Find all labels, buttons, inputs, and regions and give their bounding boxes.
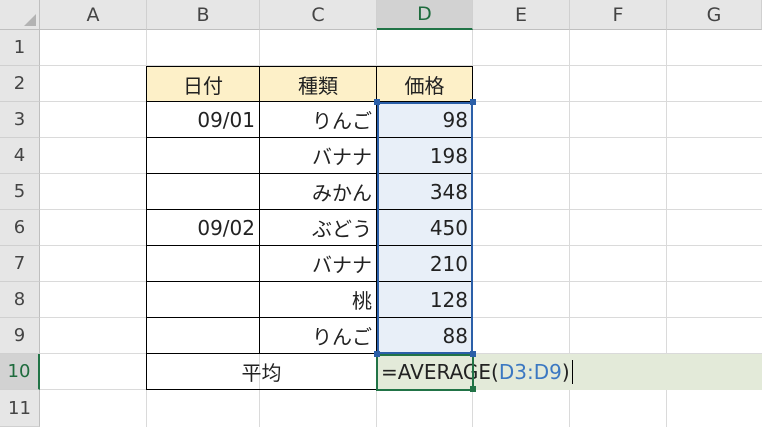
select-all-corner[interactable] — [0, 0, 40, 30]
row-header-7[interactable]: 7 — [0, 246, 40, 282]
cell-c8-type[interactable]: 桃 — [260, 282, 377, 318]
column-header-f[interactable]: F — [570, 0, 667, 30]
row-header-4[interactable]: 4 — [0, 138, 40, 174]
formula-closing-paren: ) — [561, 360, 570, 384]
cell-c9-type[interactable]: りんご — [260, 318, 377, 354]
range-handle-top-left[interactable] — [374, 99, 380, 105]
cell-c3-type[interactable]: りんご — [260, 102, 377, 138]
range-handle-bottom-right[interactable] — [470, 351, 476, 357]
cell-c7-type[interactable]: バナナ — [260, 246, 377, 282]
row-header-1[interactable]: 1 — [0, 30, 40, 66]
column-header-c[interactable]: C — [260, 0, 377, 30]
cell-b6-date[interactable]: 09/02 — [146, 210, 260, 246]
row-header-11[interactable]: 11 — [0, 390, 40, 427]
cell-c2-header-type[interactable]: 種類 — [260, 66, 377, 102]
cell-c5-type[interactable]: みかん — [260, 174, 377, 210]
range-handle-bottom-left[interactable] — [374, 351, 380, 357]
cell-d9-price[interactable]: 88 — [377, 318, 473, 354]
formula-function-text: =AVERAGE( — [381, 360, 499, 384]
column-header-a[interactable]: A — [40, 0, 147, 30]
cell-b8-date[interactable] — [146, 282, 260, 318]
column-header-d[interactable]: D — [377, 0, 473, 30]
cell-d4-price[interactable]: 198 — [377, 138, 473, 174]
cell-d10-formula-input[interactable]: =AVERAGE(D3:D9) — [381, 354, 573, 390]
cell-c6-type[interactable]: ぶどう — [260, 210, 377, 246]
cell-b9-date[interactable] — [146, 318, 260, 354]
row-header-3[interactable]: 3 — [0, 102, 40, 138]
row-header-2[interactable]: 2 — [0, 66, 40, 102]
text-caret — [571, 360, 573, 384]
column-header-e[interactable]: E — [473, 0, 570, 30]
formula-range-reference: D3:D9 — [498, 360, 562, 384]
row-header-6[interactable]: 6 — [0, 210, 40, 246]
cell-b2-header-date[interactable]: 日付 — [146, 66, 260, 102]
cell-b10-average-label[interactable]: 平均 — [146, 354, 377, 390]
column-header-b[interactable]: B — [147, 0, 260, 30]
cell-c4-type[interactable]: バナナ — [260, 138, 377, 174]
fill-handle[interactable] — [470, 386, 476, 392]
range-handle-top-right[interactable] — [470, 99, 476, 105]
select-all-triangle-icon — [24, 14, 36, 26]
spreadsheet-grid: A B C D E F G 1 2 3 4 5 6 7 8 9 10 11 日付… — [0, 0, 762, 427]
cell-d8-price[interactable]: 128 — [377, 282, 473, 318]
cell-b5-date[interactable] — [146, 174, 260, 210]
row-header-8[interactable]: 8 — [0, 282, 40, 318]
column-header-g[interactable]: G — [667, 0, 762, 30]
row-header-9[interactable]: 9 — [0, 318, 40, 354]
cell-d6-price[interactable]: 450 — [377, 210, 473, 246]
cell-b3-date[interactable]: 09/01 — [146, 102, 260, 138]
cell-d7-price[interactable]: 210 — [377, 246, 473, 282]
cell-d5-price[interactable]: 348 — [377, 174, 473, 210]
cell-d2-header-price[interactable]: 価格 — [377, 66, 473, 102]
cell-b4-date[interactable] — [146, 138, 260, 174]
cell-d3-price[interactable]: 98 — [377, 102, 473, 138]
cell-b7-date[interactable] — [146, 246, 260, 282]
row-header-10[interactable]: 10 — [0, 354, 40, 390]
row-header-5[interactable]: 5 — [0, 174, 40, 210]
